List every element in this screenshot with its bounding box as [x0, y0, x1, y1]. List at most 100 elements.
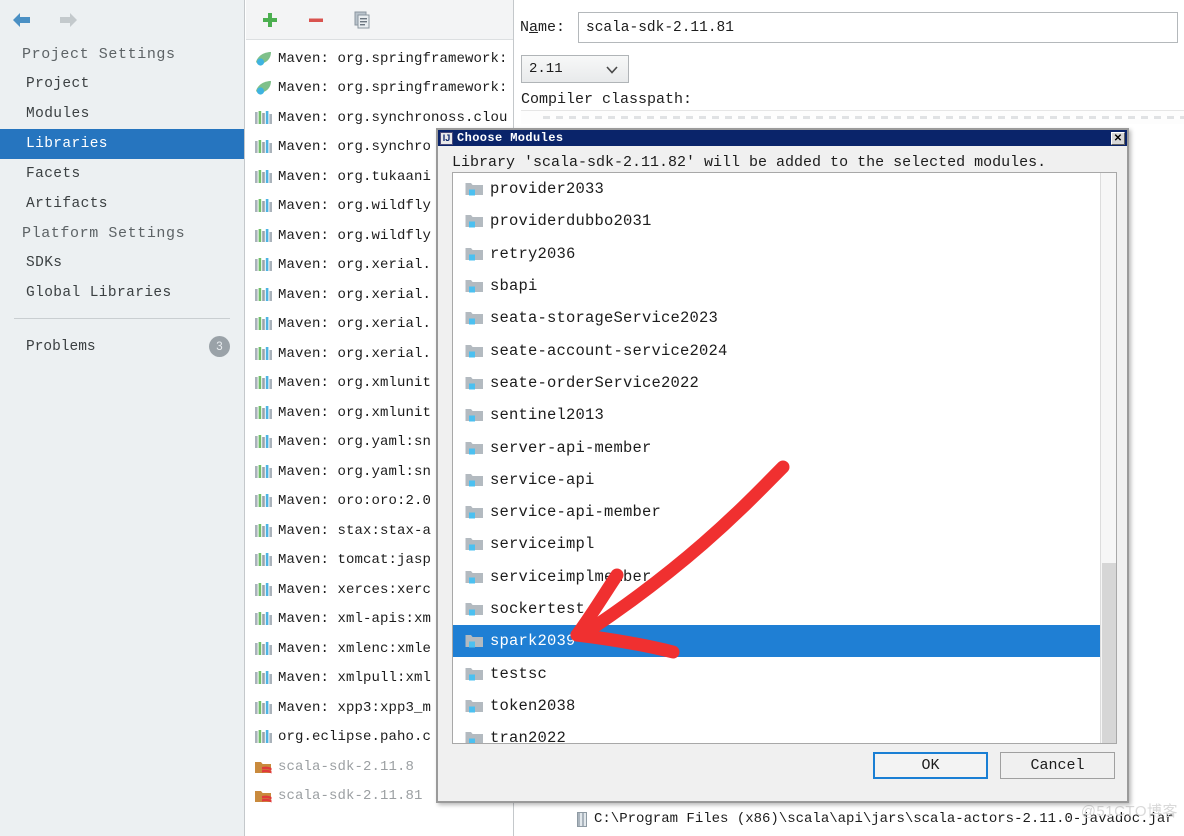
library-name-row: Name:	[515, 0, 1184, 43]
library-item-label: Maven: org.wildfly	[278, 198, 432, 215]
module-list-item[interactable]: serviceimpl	[453, 528, 1116, 560]
module-item-label: serviceimplmember	[490, 567, 652, 586]
library-toolbar	[246, 0, 513, 40]
library-item-label: Maven: org.xmlunit	[278, 404, 432, 421]
forward-arrow-icon[interactable]	[54, 8, 82, 32]
sidebar-section-project-settings: Project Settings Project Modules Librari…	[0, 40, 244, 219]
library-item-label: org.eclipse.paho.c	[278, 729, 432, 746]
module-item-label: seate-account-service2024	[490, 341, 728, 360]
maven-bars-icon	[254, 463, 274, 481]
module-item-label: serviceimpl	[490, 535, 595, 554]
module-folder-icon	[465, 407, 484, 423]
sidebar-item-project[interactable]: Project	[0, 69, 244, 99]
module-folder-icon	[465, 213, 484, 229]
sidebar-section-platform-settings: Platform Settings SDKs Global Libraries	[0, 219, 244, 308]
library-name-input[interactable]	[578, 12, 1178, 43]
module-list-item[interactable]: serviceimplmember	[453, 561, 1116, 593]
library-item-label: Maven: org.wildfly	[278, 227, 432, 244]
library-list-item[interactable]: Maven: org.springframework:	[246, 44, 513, 74]
library-item-label: Maven: org.synchro	[278, 139, 432, 156]
library-item-label: Maven: xpp3:xpp3_m	[278, 699, 432, 716]
scala-sdk-icon	[254, 787, 274, 805]
module-list-item[interactable]: seate-account-service2024	[453, 334, 1116, 366]
maven-bars-icon	[254, 433, 274, 451]
choose-modules-dialog: IJ Choose Modules ✕ Library 'scala-sdk-2…	[436, 128, 1129, 803]
remove-library-button[interactable]	[304, 8, 328, 32]
module-folder-icon	[465, 698, 484, 714]
sidebar-item-artifacts[interactable]: Artifacts	[0, 189, 244, 219]
library-item-label: Maven: org.yaml:sn	[278, 434, 432, 451]
back-arrow-icon[interactable]	[8, 8, 36, 32]
jar-path-label: C:\Program Files (x86)\scala\api\jars\sc…	[594, 811, 1174, 827]
settings-sidebar: Project Settings Project Modules Librari…	[0, 0, 245, 836]
maven-bars-icon	[254, 168, 274, 186]
module-list-item[interactable]: retry2036	[453, 238, 1116, 270]
module-list-item[interactable]: testsc	[453, 657, 1116, 689]
module-folder-icon	[465, 278, 484, 294]
problems-count-badge: 3	[209, 336, 230, 357]
module-list-item[interactable]: sockertest	[453, 593, 1116, 625]
sidebar-item-problems[interactable]: Problems 3	[0, 329, 244, 364]
maven-bars-icon	[254, 669, 274, 687]
module-list-item[interactable]: token2038	[453, 690, 1116, 722]
library-item-label: Maven: org.tukaani	[278, 168, 432, 185]
module-list-item[interactable]: seate-orderService2022	[453, 367, 1116, 399]
library-item-label: Maven: org.xerial.	[278, 345, 432, 362]
maven-bars-icon	[254, 728, 274, 746]
scrollbar-thumb[interactable]	[1102, 563, 1116, 743]
module-item-label: service-api	[490, 470, 595, 489]
sidebar-item-sdks[interactable]: SDKs	[0, 248, 244, 278]
scala-sdk-icon	[254, 758, 274, 776]
module-list-items[interactable]: provider2033 providerdubbo2031 retry2036 sb…	[453, 173, 1116, 744]
module-folder-icon	[465, 246, 484, 262]
maven-bars-icon	[254, 315, 274, 333]
module-list-item[interactable]: tran2022	[453, 722, 1116, 744]
cancel-button[interactable]: Cancel	[1000, 752, 1115, 779]
module-list[interactable]: provider2033 providerdubbo2031 retry2036 sb…	[452, 172, 1117, 744]
vertical-scrollbar[interactable]	[1100, 173, 1116, 743]
sidebar-item-facets[interactable]: Facets	[0, 159, 244, 189]
module-list-item[interactable]: service-api	[453, 464, 1116, 496]
module-folder-icon	[465, 375, 484, 391]
dialog-title-bar: IJ Choose Modules ✕	[438, 130, 1127, 146]
module-item-label: sentinel2013	[490, 406, 605, 425]
module-list-item[interactable]: seata-storageService2023	[453, 302, 1116, 334]
close-icon[interactable]: ✕	[1111, 131, 1125, 145]
module-folder-icon	[465, 310, 484, 326]
sidebar-divider	[14, 318, 230, 319]
scala-version-select[interactable]: 2.11	[521, 55, 629, 83]
maven-bars-icon	[254, 492, 274, 510]
library-item-label: Maven: oro:oro:2.0	[278, 493, 432, 510]
module-folder-icon	[465, 181, 484, 197]
library-item-label: scala-sdk-2.11.81	[278, 788, 423, 805]
library-list-item[interactable]: Maven: org.springframework:	[246, 74, 513, 104]
module-item-label: sbapi	[490, 277, 538, 296]
maven-bars-icon	[254, 699, 274, 717]
ok-button[interactable]: OK	[873, 752, 988, 779]
module-item-label: service-api-member	[490, 503, 662, 522]
module-folder-icon	[465, 504, 484, 520]
maven-bars-icon	[254, 610, 274, 628]
library-item-label: Maven: xmlenc:xmle	[278, 640, 432, 657]
tree-node-jar[interactable]: C:\Program Files (x86)\scala\api\jars\sc…	[515, 806, 1184, 832]
module-list-item[interactable]: provider2033	[453, 173, 1116, 205]
sidebar-item-modules[interactable]: Modules	[0, 99, 244, 129]
sidebar-section-title: Project Settings	[22, 46, 176, 63]
module-list-item[interactable]: service-api-member	[453, 496, 1116, 528]
module-list-item[interactable]: server-api-member	[453, 431, 1116, 463]
maven-bars-icon	[254, 640, 274, 658]
module-item-label: tran2022	[490, 729, 567, 744]
library-item-label: Maven: org.xerial.	[278, 316, 432, 333]
add-library-button[interactable]	[258, 8, 282, 32]
module-folder-icon	[465, 569, 484, 585]
module-list-item[interactable]: providerdubbo2031	[453, 205, 1116, 237]
maven-bars-icon	[254, 551, 274, 569]
module-item-label: sockertest	[490, 600, 586, 618]
copy-icon[interactable]	[350, 8, 374, 32]
module-list-item[interactable]: sbapi	[453, 270, 1116, 302]
sidebar-item-global-libraries[interactable]: Global Libraries	[0, 278, 244, 308]
module-list-item[interactable]: sentinel2013	[453, 399, 1116, 431]
module-list-item[interactable]: spark2039	[453, 625, 1116, 658]
library-name-label: Name:	[520, 19, 566, 36]
sidebar-item-libraries[interactable]: Libraries	[0, 129, 244, 159]
